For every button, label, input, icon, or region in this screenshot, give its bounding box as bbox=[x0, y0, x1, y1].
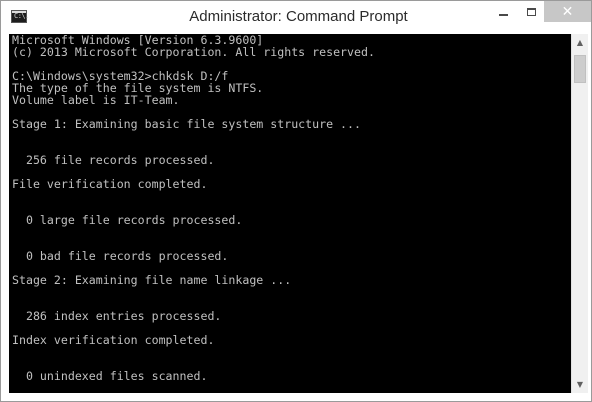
maximize-icon bbox=[526, 7, 536, 16]
close-button[interactable]: ✕ bbox=[544, 1, 591, 22]
console-line: 0 unindexed files scanned. bbox=[12, 369, 208, 383]
vertical-scrollbar[interactable]: ▲ ▼ bbox=[571, 34, 588, 393]
window-bottom-frame bbox=[1, 393, 591, 401]
maximize-button[interactable] bbox=[517, 1, 545, 22]
console-line: 0 bad file records processed. bbox=[12, 249, 229, 263]
console-line: 286 index entries processed. bbox=[12, 309, 222, 323]
console-line: Volume label is IT-Team. bbox=[12, 93, 180, 107]
console-line: File verification completed. bbox=[12, 177, 208, 191]
console-output-area[interactable]: Microsoft Windows [Version 6.3.9600] (c) … bbox=[9, 34, 571, 393]
minimize-button[interactable] bbox=[489, 1, 517, 22]
title-bar[interactable]: C:\. Administrator: Command Prompt ✕ bbox=[1, 1, 591, 34]
console-line: Stage 1: Examining basic file system str… bbox=[12, 117, 362, 131]
scroll-down-arrow-icon[interactable]: ▼ bbox=[572, 376, 588, 393]
minimize-icon bbox=[498, 13, 508, 16]
command-prompt-window: C:\. Administrator: Command Prompt ✕ Mic… bbox=[0, 0, 592, 402]
console-line: (c) 2013 Microsoft Corporation. All righ… bbox=[12, 45, 375, 59]
console-text: Microsoft Windows [Version 6.3.9600] (c) … bbox=[12, 34, 375, 382]
console-line: Stage 2: Examining file name linkage ... bbox=[12, 273, 292, 287]
close-icon: ✕ bbox=[561, 3, 574, 20]
scroll-up-arrow-icon[interactable]: ▲ bbox=[572, 34, 588, 51]
scrollbar-thumb[interactable] bbox=[574, 55, 586, 83]
console-line: 0 large file records processed. bbox=[12, 213, 243, 227]
console-line: 256 file records processed. bbox=[12, 153, 215, 167]
console-line: Index verification completed. bbox=[12, 333, 215, 347]
